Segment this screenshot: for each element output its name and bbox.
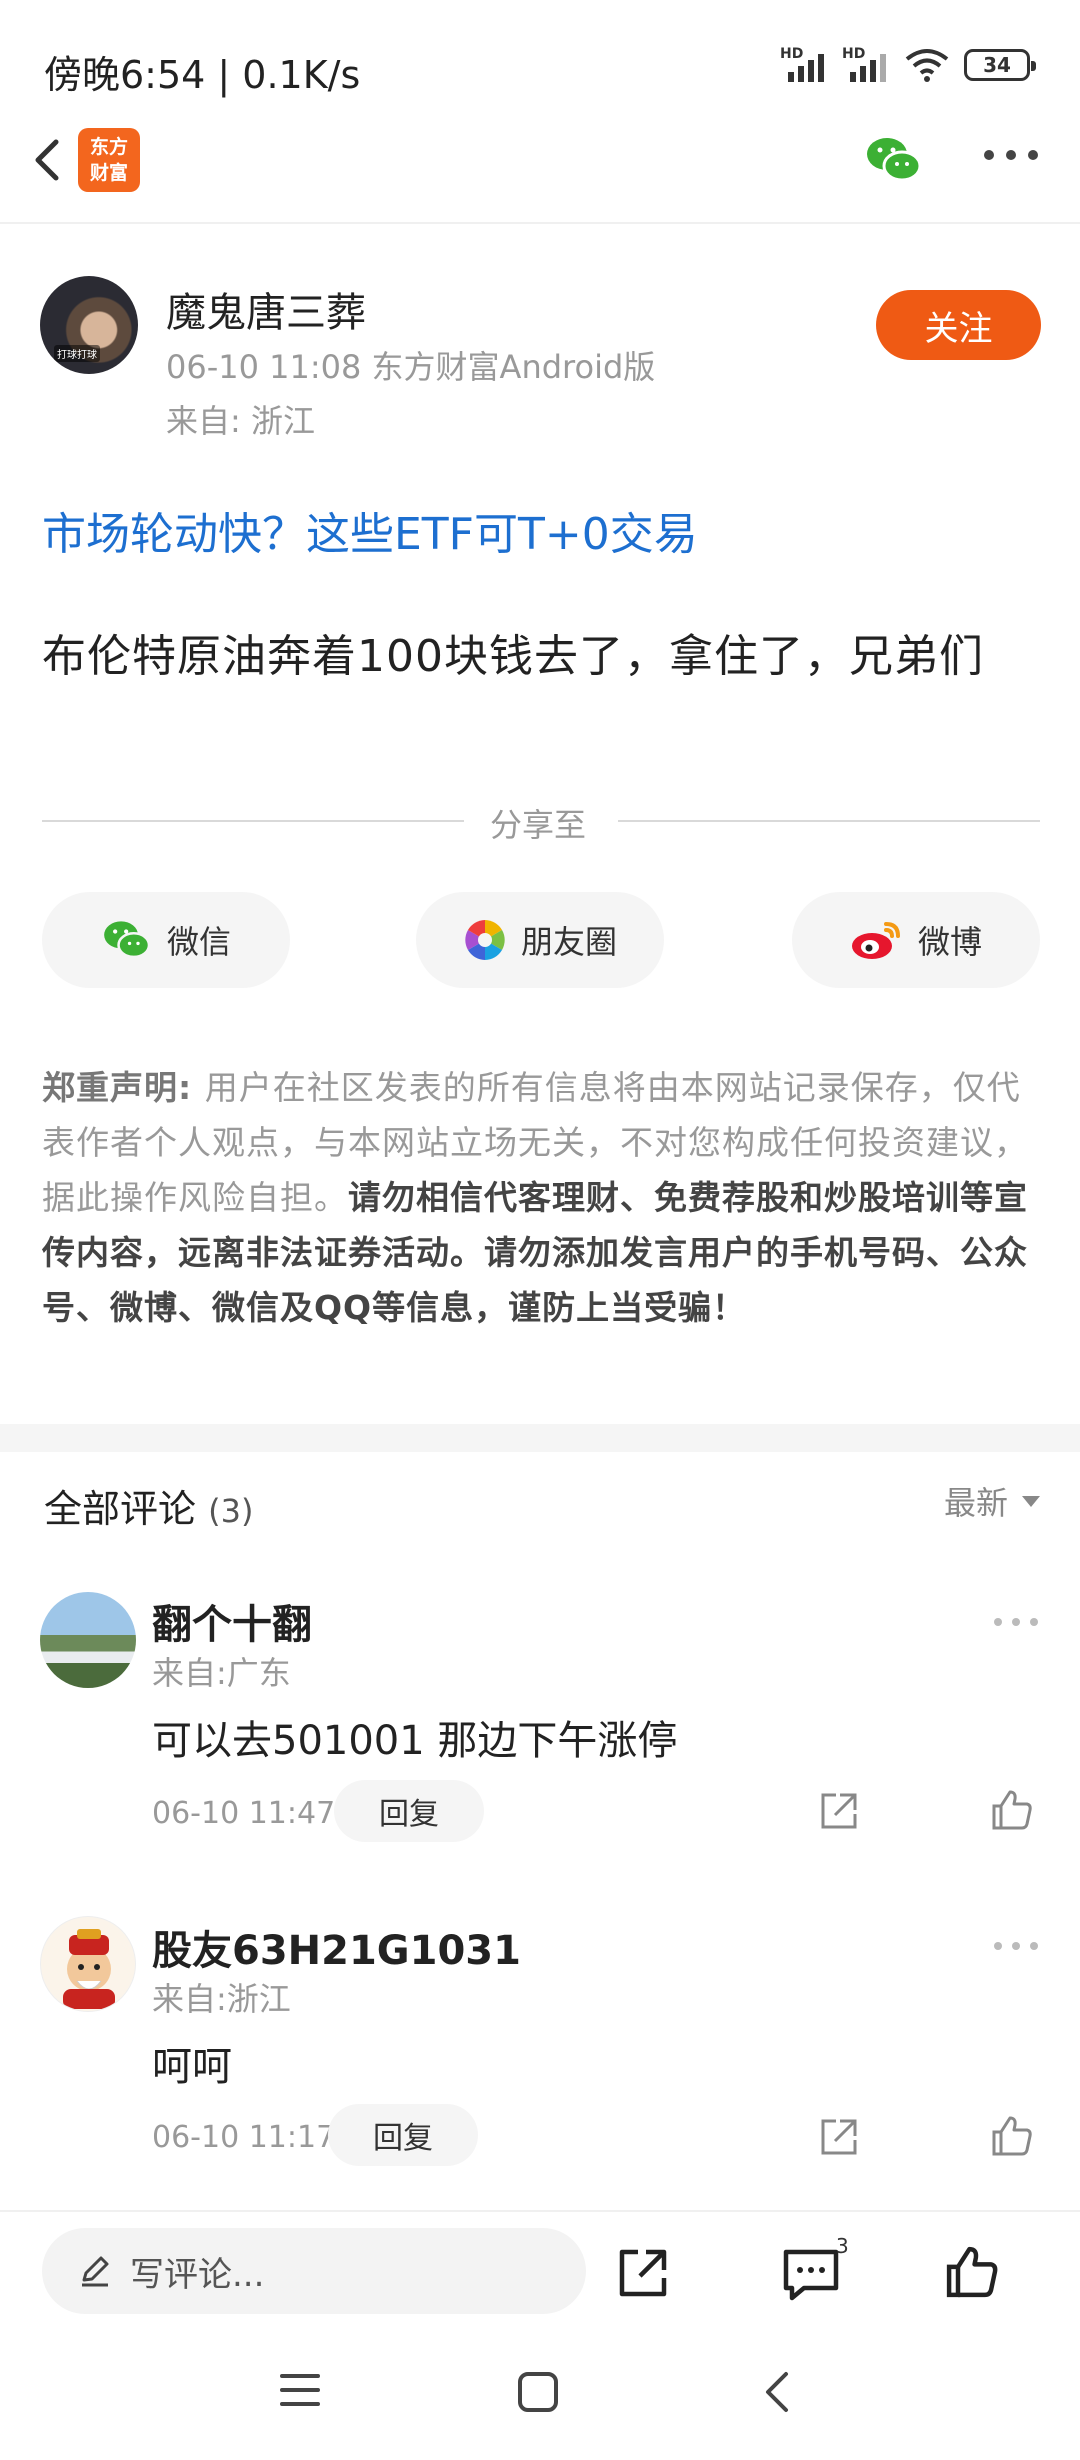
follow-button[interactable]: 关注 [876,290,1041,360]
signal-icon: HD [780,46,828,84]
commenter-avatar[interactable] [40,1592,136,1688]
comment-time: 06-10 11:17 [152,2120,336,2155]
post-meta: 06-10 11:08 东方财富Android版 [166,348,656,386]
comment-icon[interactable] [782,2246,840,2302]
reply-button[interactable]: 回复 [334,1780,484,1842]
pencil-icon [82,2256,109,2287]
menu-icon[interactable] [278,2370,322,2410]
logo-text-1: 东方 [89,136,128,158]
share-divider-left [42,820,464,822]
commenter-location: 来自:广东 [152,1654,291,1692]
header-divider [0,222,1080,224]
disclaimer: 郑重声明: 用户在社区发表的所有信息将由本网站记录保存，仅代表作者个人观点，与本… [42,1060,1042,1335]
comment-more-icon[interactable] [994,1618,1038,1626]
comments-header: 全部评论 (3) [44,1478,253,1533]
wifi-icon [905,49,949,82]
signal-icon: HD [842,46,890,84]
commenter-avatar[interactable] [40,1916,136,2012]
share-moments-button[interactable]: 朋友圈 [416,892,664,988]
comment-time: 06-10 11:47 [152,1796,336,1831]
commenter-name[interactable]: 翻个十翻 [152,1592,312,1650]
section-divider [0,1424,1080,1452]
share-comment-icon[interactable] [818,1790,860,1832]
home-icon[interactable] [516,2370,560,2414]
promo-link[interactable]: 市场轮动快？这些ETF可T+0交易 [42,498,698,562]
comment-text: 可以去501001 那边下午涨停 [152,1718,678,1764]
logo-text-2: 财富 [89,162,128,184]
commenter-location: 来自:浙江 [152,1980,291,2018]
comment-more-icon[interactable] [994,1942,1038,1950]
share-weibo-label: 微博 [917,923,982,961]
status-time: 傍晚6:54 | 0.1K/s [44,53,361,97]
share-post-icon[interactable] [616,2246,670,2300]
disclaimer-lead: 郑重声明: [42,1068,205,1107]
author-name[interactable]: 魔鬼唐三葬 [166,280,366,338]
battery-level: 34 [983,53,1011,77]
reply-button[interactable]: 回复 [328,2104,478,2166]
comment-input-placeholder: 写评论... [130,2254,265,2295]
share-moments-label: 朋友圈 [520,923,617,961]
share-weibo-button[interactable]: 微博 [792,892,1040,988]
comments-count: (3) [208,1492,254,1530]
share-wechat-button[interactable]: 微信 [42,892,290,988]
more-menu-icon[interactable] [984,150,1038,160]
post-location: 来自: 浙江 [166,402,315,440]
sort-dropdown[interactable]: 最新 [944,1478,1040,1524]
weibo-icon [851,922,900,959]
comment-input[interactable]: 写评论... [42,2228,586,2314]
status-icons: HD HD 34 [780,46,1036,84]
nav-back-icon[interactable] [758,2370,798,2414]
like-post-icon[interactable] [944,2244,1000,2300]
app-logo[interactable]: 东方 财富 [78,128,140,192]
comment-count-badge: 3 [836,2234,849,2258]
sort-label: 最新 [943,1484,1008,1522]
author-avatar[interactable]: 打球打球 [40,276,138,374]
fortune-god-icon [63,1929,115,2009]
share-wechat-label: 微信 [166,923,231,961]
wechat-share-icon[interactable] [864,134,924,186]
like-icon[interactable] [990,1788,1034,1832]
caret-down-icon [1022,1495,1040,1507]
share-comment-icon[interactable] [818,2116,860,2158]
commenter-name[interactable]: 股友63H21G1031 [152,1918,521,1976]
moments-icon [465,920,505,960]
post-body: 布伦特原油奔着100块钱去了，拿住了，兄弟们 [42,631,984,682]
back-icon[interactable] [20,128,80,192]
comments-title: 全部评论 [44,1487,197,1531]
share-divider-right [618,820,1040,822]
like-icon[interactable] [990,2114,1034,2158]
battery-icon: 34 [964,49,1036,81]
share-label: 分享至 [490,806,587,844]
wechat-icon [104,921,151,959]
comment-text: 呵呵 [152,2044,232,2090]
